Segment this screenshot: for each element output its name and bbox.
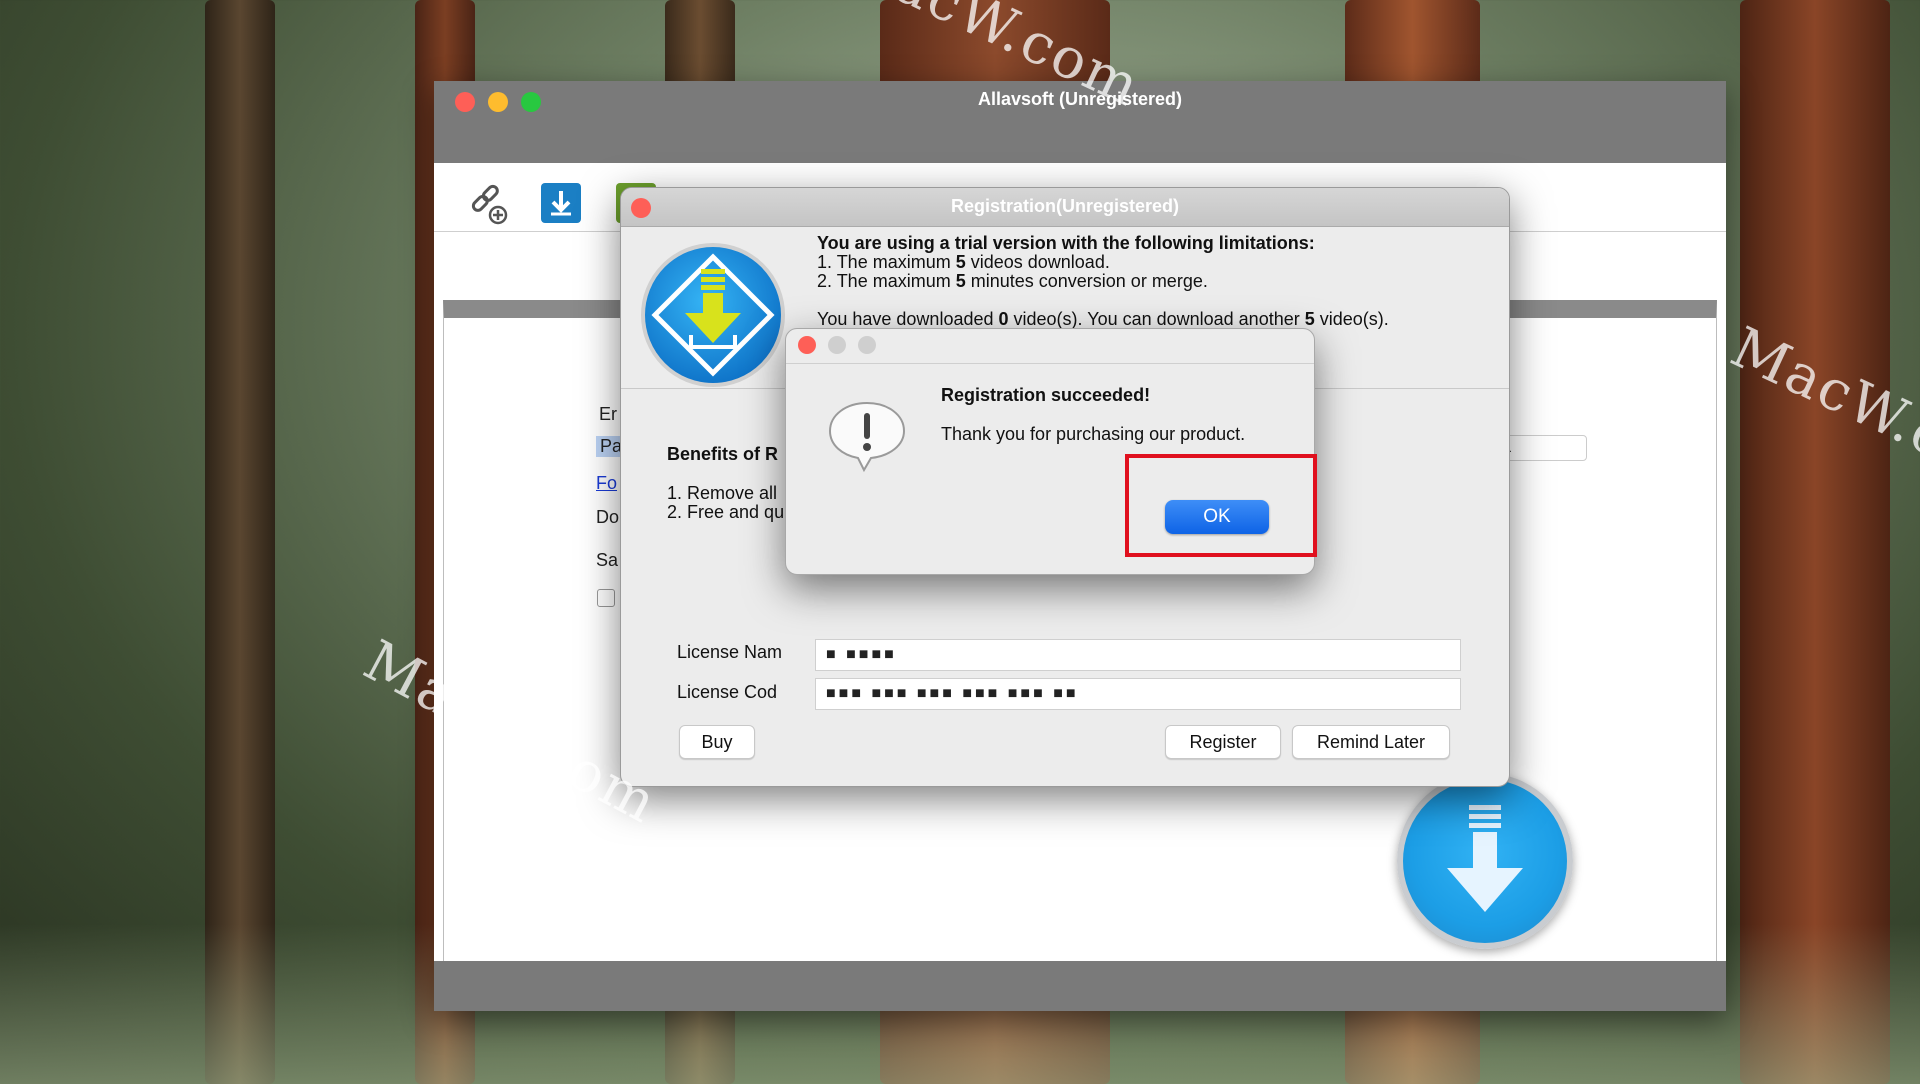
limitations-heading: You are using a trial version with the f…	[817, 233, 1315, 253]
limitation-1: 1. The maximum 5 videos download.	[817, 252, 1110, 272]
link-add-icon[interactable]	[466, 183, 508, 225]
save-label-fragment: Sa	[596, 550, 619, 570]
registration-title: Registration(Unregistered)	[950, 196, 1180, 216]
ok-highlight-box	[1125, 454, 1317, 557]
alert-title-divider	[786, 363, 1314, 364]
app-statusbar	[434, 961, 1726, 1011]
license-code-label: License Cod	[677, 682, 778, 702]
alert-message: Thank you for purchasing our product.	[941, 424, 1246, 444]
download-label-fragment: Do	[596, 507, 620, 527]
benefit-1: 1. Remove all	[667, 483, 778, 503]
buy-button[interactable]: Buy	[679, 725, 755, 759]
license-code-field[interactable]: ■■■ ■■■ ■■■ ■■■ ■■■ ■■	[815, 678, 1461, 710]
limitation-2: 2. The maximum 5 minutes conversion or m…	[817, 271, 1208, 291]
tree-trunk	[205, 0, 275, 1084]
download-status: You have downloaded 0 video(s). You can …	[817, 309, 1389, 329]
benefit-2: 2. Free and qu	[667, 502, 785, 522]
alert-minimize-button	[828, 336, 846, 354]
app-title: Allavsoft (Unregistered)	[977, 89, 1183, 109]
benefits-heading: Benefits of R	[667, 444, 779, 464]
allavsoft-logo-icon	[641, 243, 785, 387]
remind-later-button[interactable]: Remind Later	[1292, 725, 1450, 759]
tree-trunk	[1740, 0, 1890, 1084]
app-titlebar[interactable]: Allavsoft (Unregistered)	[434, 81, 1726, 163]
license-name-label: License Nam	[677, 642, 783, 662]
registration-titlebar[interactable]: Registration(Unregistered)	[621, 188, 1509, 227]
start-download-button[interactable]	[1397, 773, 1573, 949]
exclamation-speech-icon	[826, 399, 908, 473]
alert-title: Registration succeeded!	[941, 385, 1151, 405]
alert-zoom-button	[858, 336, 876, 354]
link-fragment[interactable]: Fo	[596, 473, 617, 494]
enter-label-fragment: Er	[599, 404, 617, 424]
download-icon[interactable]	[541, 183, 581, 223]
license-name-field[interactable]: ■ ■■■■	[815, 639, 1461, 671]
download-arrow-icon	[1447, 805, 1523, 912]
option-checkbox[interactable]	[597, 589, 615, 607]
register-button[interactable]: Register	[1165, 725, 1281, 759]
alert-close-button[interactable]	[798, 336, 816, 354]
